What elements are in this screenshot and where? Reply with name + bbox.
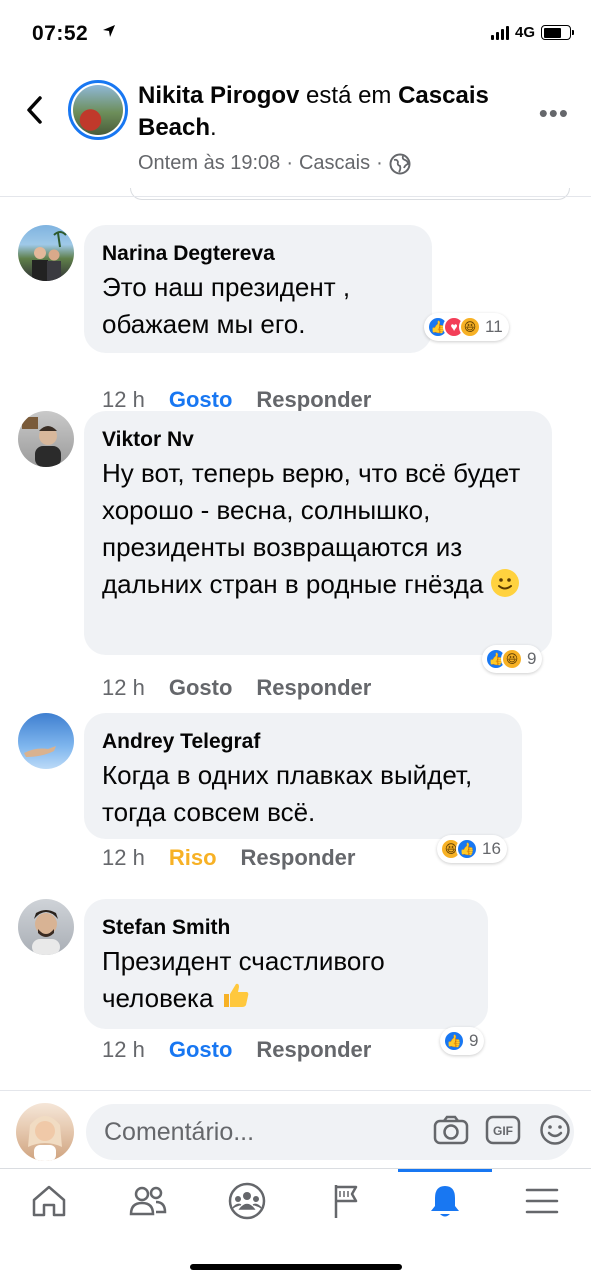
commenter-name[interactable]: Stefan Smith xyxy=(102,913,470,943)
post-meta: Ontem às 19:08 · Cascais · xyxy=(138,152,411,175)
divider xyxy=(0,196,591,197)
emoji-button[interactable] xyxy=(537,1113,573,1147)
status-bar: 07:52 4G xyxy=(0,0,591,70)
like-reaction-icon: 👍 xyxy=(456,838,478,860)
post-timestamp[interactable]: Ontem às 19:08 xyxy=(138,152,280,175)
haha-reaction-icon: 😆 xyxy=(501,648,523,670)
commenter-avatar[interactable] xyxy=(18,713,74,769)
commenter-name[interactable]: Narina Degtereva xyxy=(102,239,414,269)
comment-bubble[interactable]: Stefan Smith Президент счастливого челов… xyxy=(84,899,488,1029)
reactions-summary[interactable]: 👍 ♥ 😆 11 xyxy=(424,313,509,341)
tab-menu[interactable] xyxy=(493,1169,591,1233)
comment-text-content: Ну вот, теперь верю, что всё будет хорош… xyxy=(102,458,521,599)
meta-separator: · xyxy=(286,152,293,174)
comment-text: Ну вот, теперь верю, что всё будет хорош… xyxy=(102,455,534,603)
post-location[interactable]: Cascais xyxy=(299,152,370,175)
gif-button[interactable]: GIF xyxy=(485,1113,521,1147)
camera-icon xyxy=(433,1115,469,1145)
flag-icon xyxy=(334,1185,358,1218)
commenter-avatar[interactable] xyxy=(18,225,74,281)
reactions-summary[interactable]: 😆 👍 16 xyxy=(437,835,507,863)
globe-icon xyxy=(389,153,411,174)
reaction-count: 9 xyxy=(527,649,537,668)
reactions-summary[interactable]: 👍 9 xyxy=(440,1027,485,1055)
tab-notifications[interactable] xyxy=(396,1169,494,1233)
reaction-count: 11 xyxy=(485,317,503,336)
signal-icon xyxy=(490,25,509,40)
comment-text: Когда в одних плавках выйдет, тогда совс… xyxy=(102,760,473,827)
like-button[interactable]: Gosto xyxy=(169,387,233,413)
post-title: Nikita Pirogov está em Cascais Beach. xyxy=(138,80,498,144)
comment-actions: 12 h Gosto Responder xyxy=(102,675,371,701)
reaction-count: 9 xyxy=(469,1031,479,1050)
commenter-name[interactable]: Viktor Nv xyxy=(102,425,534,455)
comment-bubble[interactable]: Viktor Nv Ну вот, теперь верю, что всё б… xyxy=(84,411,552,655)
location-arrow-icon xyxy=(102,24,116,43)
camera-button[interactable] xyxy=(433,1113,469,1147)
tab-friends[interactable] xyxy=(99,1169,197,1233)
smiley-icon xyxy=(540,1115,570,1145)
like-reaction-icon: 👍 xyxy=(443,1030,465,1052)
current-user-avatar xyxy=(16,1103,74,1161)
meta-separator: · xyxy=(376,152,383,174)
tab-home[interactable] xyxy=(0,1169,98,1233)
tab-groups[interactable] xyxy=(198,1169,296,1233)
comment-time[interactable]: 12 h xyxy=(102,845,145,871)
battery-icon xyxy=(541,25,574,40)
commenter-avatar[interactable] xyxy=(18,899,74,955)
comment-time[interactable]: 12 h xyxy=(102,1037,145,1063)
gif-icon: GIF xyxy=(485,1115,521,1145)
svg-text:GIF: GIF xyxy=(493,1124,513,1138)
like-button[interactable]: Riso xyxy=(169,845,217,871)
reply-button[interactable]: Responder xyxy=(256,387,371,413)
comment-actions: 12 h Gosto Responder xyxy=(102,387,371,413)
comment-bubble[interactable]: Andrey Telegraf Когда в одних плавках вы… xyxy=(84,713,522,839)
reply-button[interactable]: Responder xyxy=(256,1037,371,1063)
friends-icon xyxy=(129,1186,167,1216)
chevron-left-icon xyxy=(27,96,42,124)
post-card-edge xyxy=(130,188,570,200)
author-avatar[interactable] xyxy=(68,80,128,140)
comment-time[interactable]: 12 h xyxy=(102,387,145,413)
home-icon xyxy=(32,1185,66,1217)
bell-icon xyxy=(431,1186,459,1217)
comment-actions: 12 h Gosto Responder xyxy=(102,1037,371,1063)
comment-text: Президент счастливого человека xyxy=(102,943,470,1019)
network-type: 4G xyxy=(514,24,535,41)
status-indicators: 4G xyxy=(490,24,574,41)
composer-actions: GIF xyxy=(433,1113,573,1147)
haha-reaction-icon: 😆 xyxy=(459,316,481,338)
reply-button[interactable]: Responder xyxy=(241,845,356,871)
commenter-name[interactable]: Andrey Telegraf xyxy=(102,727,504,757)
commenter-avatar[interactable] xyxy=(18,411,74,467)
more-options-button[interactable]: ••• xyxy=(539,98,569,129)
comment-input-placeholder: Comentário... xyxy=(104,1117,255,1146)
groups-icon xyxy=(228,1182,266,1220)
post-connector: está em xyxy=(306,82,392,109)
tab-pages[interactable] xyxy=(297,1169,395,1233)
comment-bubble[interactable]: Narina Degtereva Это наш президент , оба… xyxy=(84,225,432,353)
smiling-face-icon xyxy=(490,569,519,597)
title-suffix: . xyxy=(210,114,217,141)
post-header: Nikita Pirogov está em Cascais Beach. On… xyxy=(0,70,591,200)
reaction-count: 16 xyxy=(482,839,501,858)
comment-actions: 12 h Riso Responder xyxy=(102,845,355,871)
comment-text: Это наш президент , обажаем мы его. xyxy=(102,272,351,339)
like-button[interactable]: Gosto xyxy=(169,1037,233,1063)
status-time: 07:52 xyxy=(32,22,89,45)
comment-time[interactable]: 12 h xyxy=(102,675,145,701)
author-name[interactable]: Nikita Pirogov xyxy=(138,82,299,109)
menu-icon xyxy=(525,1188,559,1214)
home-indicator[interactable] xyxy=(190,1264,402,1270)
comment-composer: Comentário... GIF xyxy=(0,1090,591,1168)
reply-button[interactable]: Responder xyxy=(256,675,371,701)
reactions-summary[interactable]: 👍 😆 9 xyxy=(482,645,543,673)
thumbs-up-icon xyxy=(221,981,251,1019)
like-button[interactable]: Gosto xyxy=(169,675,233,701)
back-button[interactable] xyxy=(18,92,50,128)
